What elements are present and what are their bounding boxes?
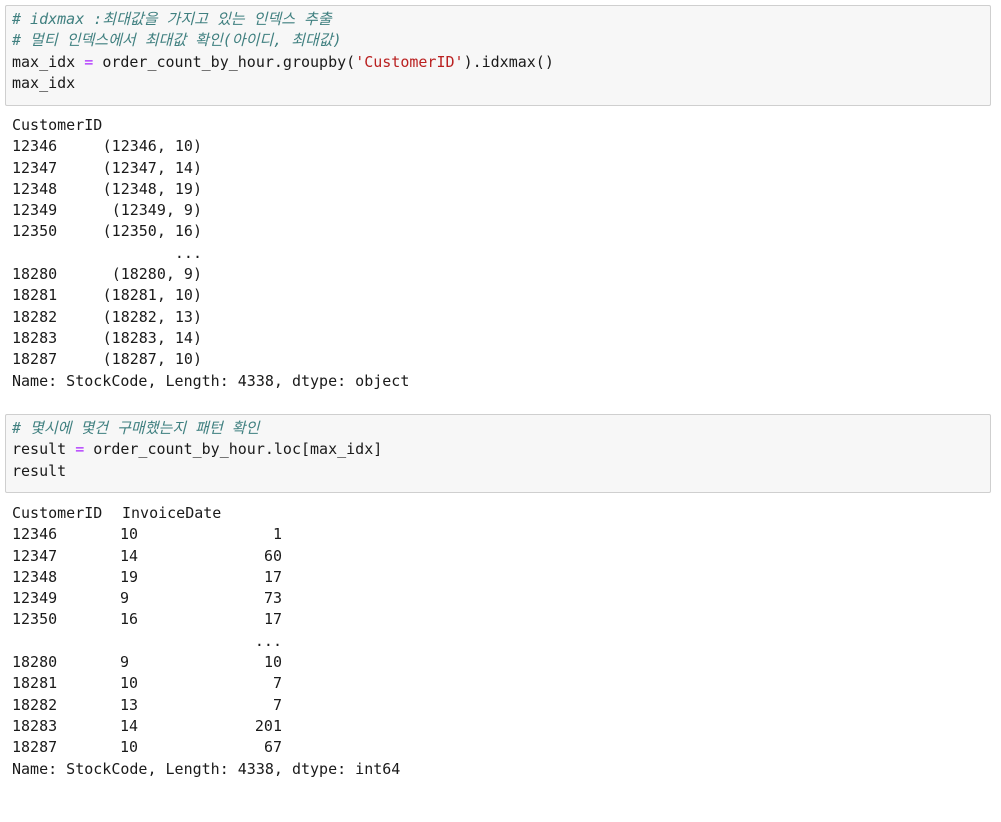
output-row: 12349 (12349, 9)	[12, 200, 982, 221]
output-row: 18287 10 67	[12, 737, 982, 758]
tuple-value: (18283, 14)	[102, 328, 202, 347]
output-row: ...	[12, 631, 982, 652]
tuple-value: ...	[174, 243, 202, 262]
output-row: 12346 10 1	[12, 524, 982, 545]
tuple-value: (18281, 10)	[102, 286, 202, 305]
output-row: 18280 (18280, 9)	[12, 264, 982, 285]
cell-output-2: CustomerID InvoiceDate 12346 10 1 12347 14 60…	[12, 503, 982, 780]
invoice-hour: 13	[120, 695, 139, 714]
tuple-value: (18287, 10)	[102, 350, 202, 369]
tuple-value: (12348, 19)	[102, 179, 202, 198]
output-row: 18281 10 7	[12, 673, 982, 694]
customer-id: 18287	[12, 350, 58, 369]
customer-id: 12346	[12, 525, 58, 544]
output-header: CustomerID InvoiceDate	[12, 504, 222, 522]
customer-id: 18283	[12, 328, 58, 347]
cell-output-1: CustomerID 12346 (12346, 10) 12347 (12347, …	[12, 115, 982, 392]
order-count: 7	[272, 695, 282, 714]
output-row: 18287 (18287, 10)	[12, 349, 982, 370]
code-comment: # 몇시에 몇건 구매했는지 패턴 확인	[12, 419, 260, 437]
code-cell-input-2[interactable]: # 몇시에 몇건 구매했는지 패턴 확인 result = order_coun…	[5, 414, 991, 493]
customer-id: 12349	[12, 201, 58, 220]
customer-id: 18280	[12, 265, 58, 284]
customer-id: 12347	[12, 158, 58, 177]
order-count: 67	[263, 738, 282, 757]
invoice-hour: 10	[120, 674, 139, 693]
output-row: 12350 16 17	[12, 609, 982, 630]
customer-id: 18282	[12, 307, 58, 326]
order-count: ...	[254, 631, 282, 650]
output-footer: Name: StockCode, Length: 4338, dtype: ob…	[12, 371, 410, 390]
customer-id: 12346	[12, 137, 58, 156]
code-cell-input-1[interactable]: # idxmax :최대값을 가지고 있는 인덱스 추출 # 멀티 인덱스에서 …	[5, 5, 991, 106]
order-count: 1	[272, 525, 282, 544]
output-row: 18282 13 7	[12, 695, 982, 716]
invoice-hour: 14	[120, 716, 139, 735]
output-row: 12346 (12346, 10)	[12, 136, 982, 157]
output-row: 12348 (12348, 19)	[12, 179, 982, 200]
output-row: 12347 14 60	[12, 546, 982, 567]
customer-id: 12347	[12, 546, 58, 565]
order-count: 17	[263, 567, 282, 586]
output-row: 12348 19 17	[12, 567, 982, 588]
output-row: ...	[12, 243, 982, 264]
invoice-hour: 14	[120, 546, 139, 565]
customer-id: 18287	[12, 738, 58, 757]
code-line: result = order_count_by_hour.loc[max_idx…	[12, 440, 383, 459]
output-row: 12347 (12347, 14)	[12, 158, 982, 179]
customer-id: 12348	[12, 567, 58, 586]
tuple-value: (18282, 13)	[102, 307, 202, 326]
output-row: 12349 9 73	[12, 588, 982, 609]
output-row: 18282 (18282, 13)	[12, 307, 982, 328]
output-row: 12350 (12350, 16)	[12, 221, 982, 242]
invoice-hour: 9	[120, 653, 130, 672]
order-count: 201	[254, 716, 282, 735]
customer-id: 12350	[12, 610, 58, 629]
customer-id: 18280	[12, 653, 58, 672]
output-row: 18283 (18283, 14)	[12, 328, 982, 349]
customer-id: 18282	[12, 695, 58, 714]
code-comment: # idxmax :최대값을 가지고 있는 인덱스 추출	[12, 10, 332, 28]
tuple-value: (12347, 14)	[102, 158, 202, 177]
output-header: CustomerID	[12, 116, 103, 134]
tuple-value: (12350, 16)	[102, 222, 202, 241]
customer-id: 18281	[12, 674, 58, 693]
code-line: result	[12, 461, 67, 480]
invoice-hour: 9	[120, 589, 130, 608]
tuple-value: (12349, 9)	[111, 201, 202, 220]
code-line: max_idx	[12, 73, 76, 92]
customer-id: 18283	[12, 716, 58, 735]
tuple-value: (12346, 10)	[102, 137, 202, 156]
order-count: 73	[263, 589, 282, 608]
order-count: 60	[263, 546, 282, 565]
customer-id: 12349	[12, 589, 58, 608]
order-count: 17	[263, 610, 282, 629]
code-comment: # 멀티 인덱스에서 최대값 확인(아이디, 최대값)	[12, 31, 342, 50]
invoice-hour: 10	[120, 738, 139, 757]
output-row: 18280 9 10	[12, 652, 982, 673]
invoice-hour: 16	[120, 610, 139, 629]
code-line: max_idx = order_count_by_hour.groupby('C…	[12, 52, 554, 71]
customer-id: 12348	[12, 179, 58, 198]
invoice-hour: 19	[120, 567, 139, 586]
order-count: 7	[272, 674, 282, 693]
customer-id: 18281	[12, 286, 58, 305]
customer-id: 12350	[12, 222, 58, 241]
invoice-hour: 10	[120, 525, 139, 544]
output-row: 18283 14 201	[12, 716, 982, 737]
output-row: 18281 (18281, 10)	[12, 285, 982, 306]
tuple-value: (18280, 9)	[111, 265, 202, 284]
order-count: 10	[263, 653, 282, 672]
